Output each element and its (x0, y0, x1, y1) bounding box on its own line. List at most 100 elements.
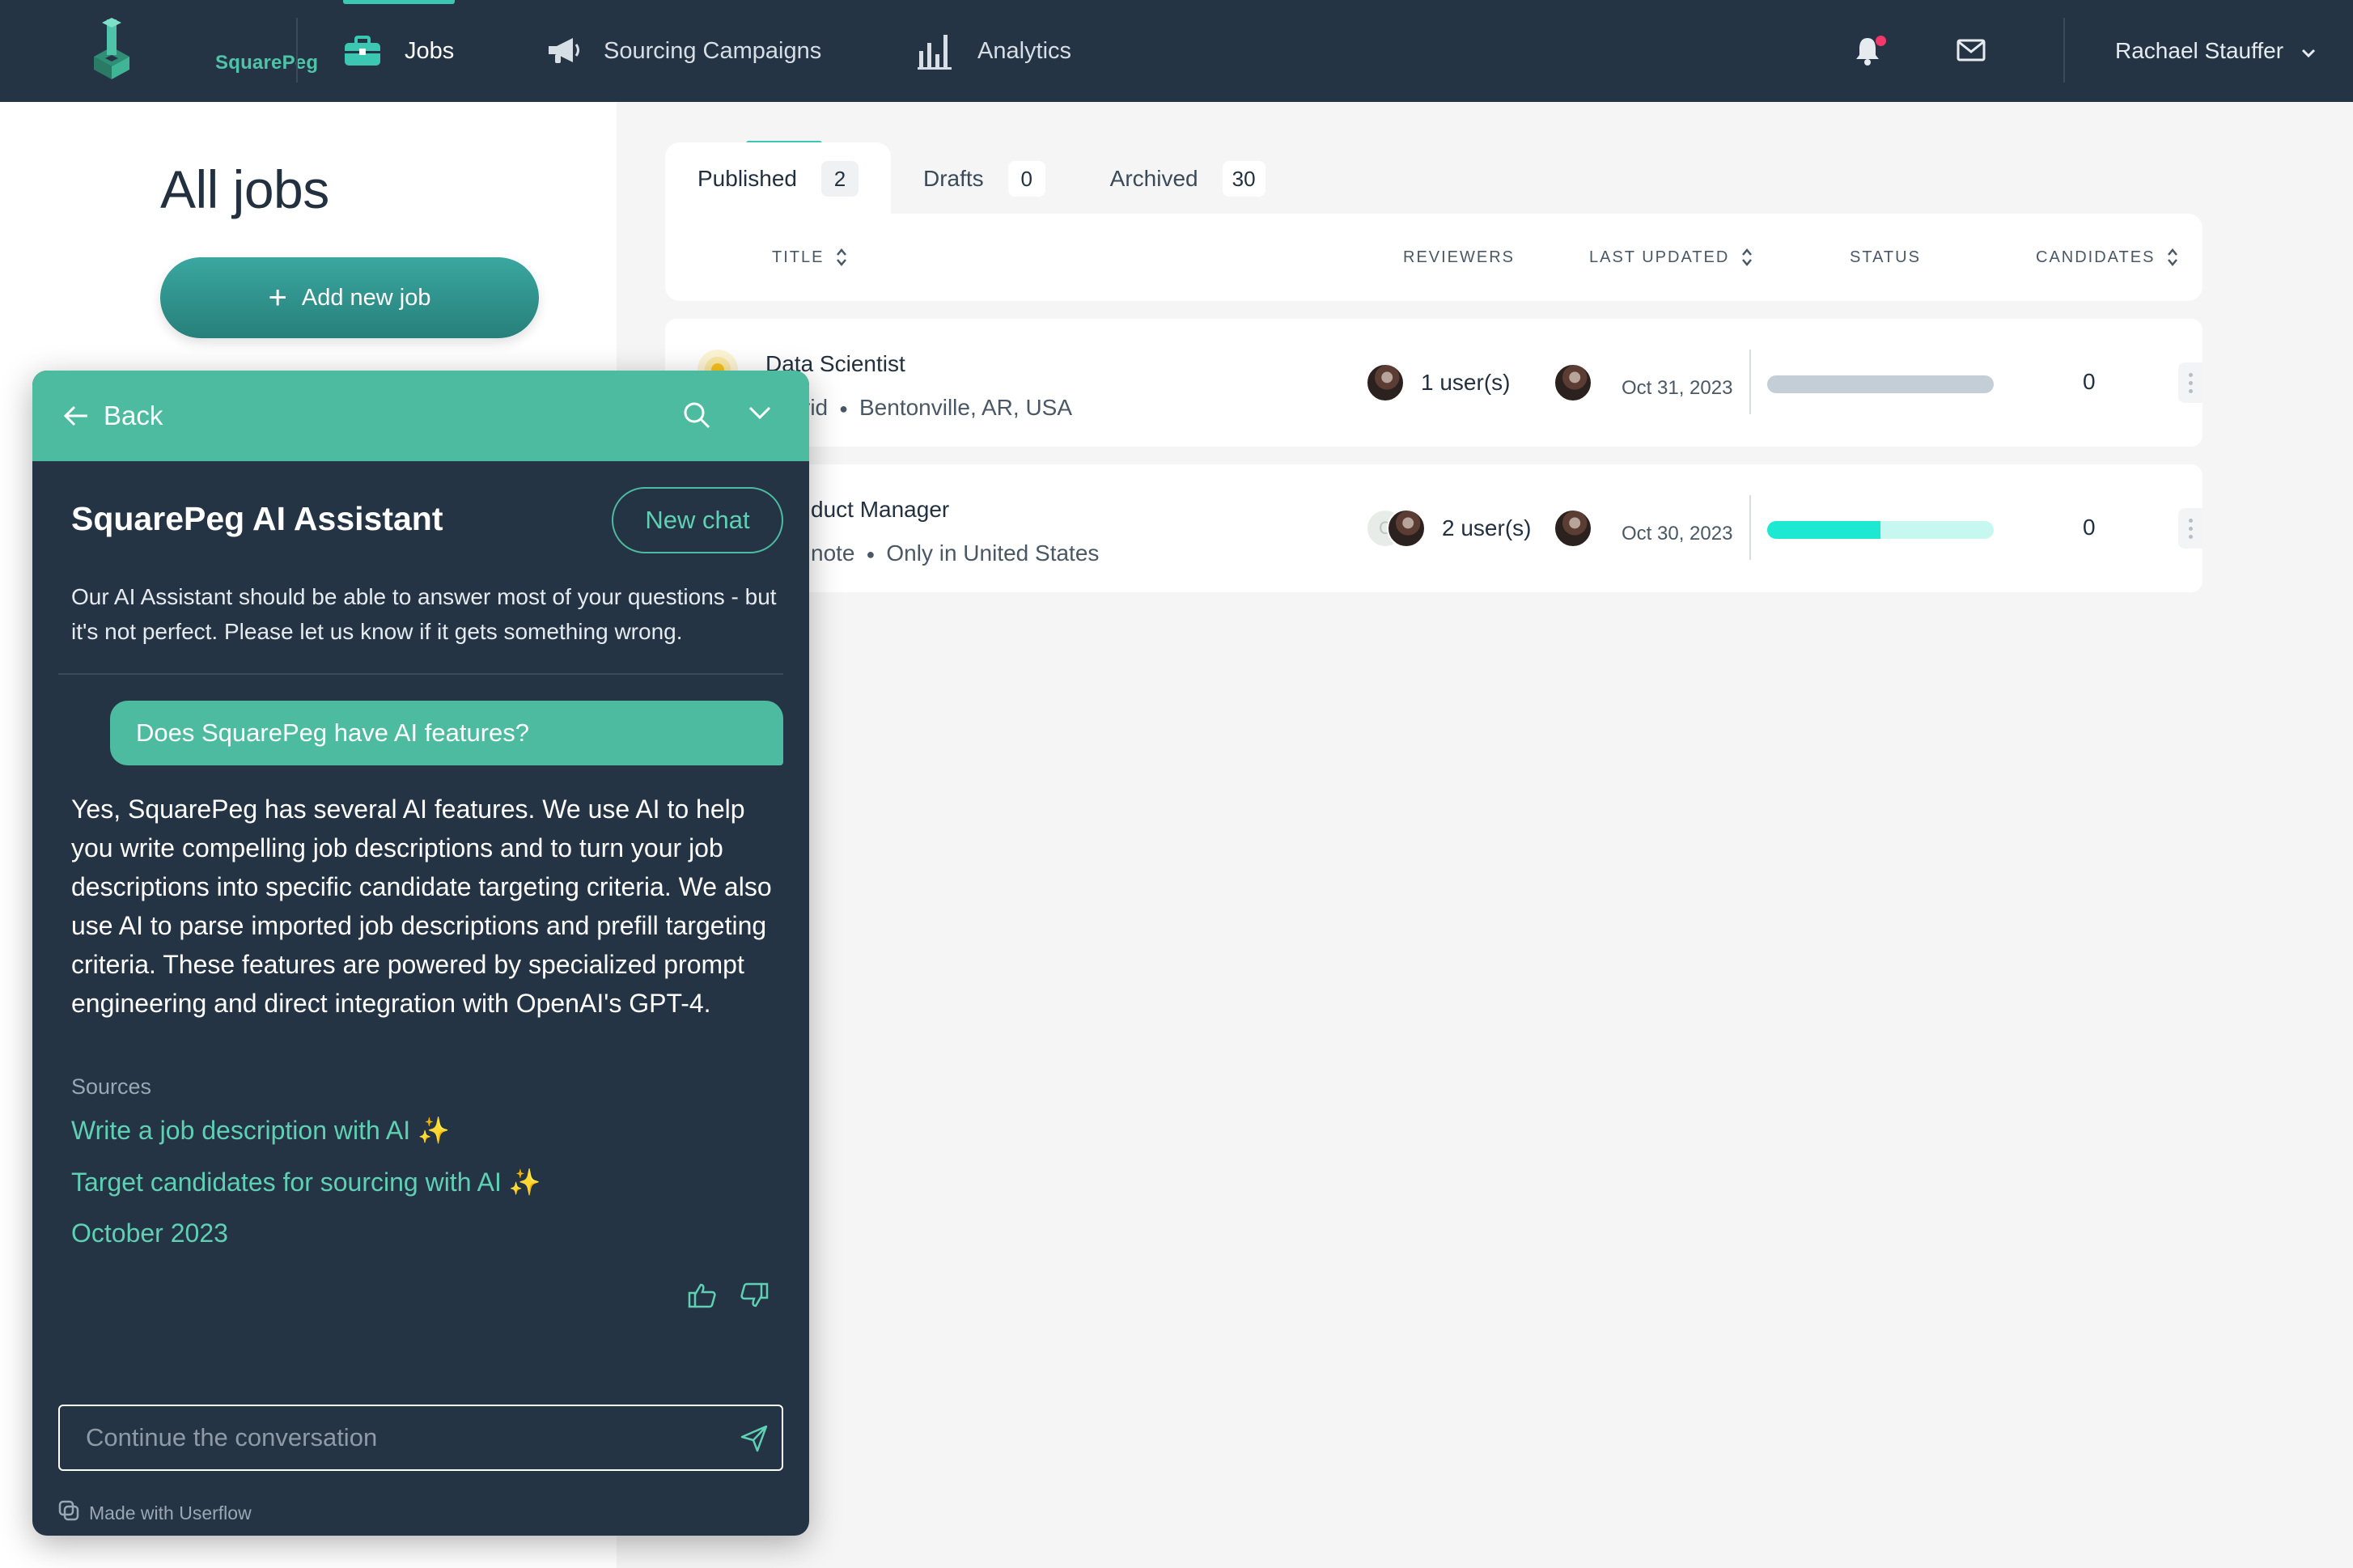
tab-label: Drafts (922, 166, 984, 191)
assistant-header: Back (32, 371, 809, 461)
assistant-answer: Yes, SquarePeg has several AI features. … (71, 795, 772, 1018)
tab-label: Archived (1109, 166, 1198, 191)
nav-analytics[interactable]: Analytics (916, 0, 1071, 102)
tab-label: Published (697, 166, 797, 191)
avatar (1366, 363, 1405, 402)
messages-mail-icon[interactable] (1957, 39, 1986, 66)
nav-sourcing-campaigns[interactable]: Sourcing Campaigns (545, 0, 821, 102)
job-location: Only in United States (886, 540, 1100, 566)
column-last-updated-label: LAST UPDATED (1589, 248, 1730, 266)
user-message-bubble: Does SquarePeg have AI features? (110, 701, 783, 765)
column-status-header: STATUS (1850, 214, 1921, 301)
sources-label: Sources (71, 1074, 152, 1099)
avatar (1387, 509, 1426, 548)
column-candidates-label: CANDIDATES (2036, 248, 2156, 266)
table-row[interactable]: Data Scientist rid ● Bentonville, AR, USA … (665, 319, 2202, 447)
job-status-tabs: Published 2 Drafts 0 Archived 30 (665, 142, 1298, 215)
tab-count: 2 (820, 161, 859, 197)
sort-icon (2166, 247, 2179, 268)
notification-dot (1876, 36, 1886, 46)
last-updated-date: Oct 31, 2023 (1622, 377, 1733, 399)
reviewers-cell[interactable]: C 2 user(s) (1366, 509, 1531, 548)
candidates-count: 0 (2083, 515, 2096, 540)
thumbs-up-icon[interactable] (688, 1282, 717, 1313)
made-with-label: Made with Userflow (89, 1502, 252, 1524)
chevron-down-icon (2301, 38, 2316, 64)
job-work-type: note (811, 540, 855, 566)
plus-icon: + (268, 280, 287, 316)
column-candidates-header[interactable]: CANDIDATES (2036, 214, 2179, 301)
nav-divider (2063, 18, 2065, 83)
reviewers-count: 2 user(s) (1442, 515, 1532, 540)
chevron-down-icon[interactable] (748, 405, 772, 425)
nav-jobs[interactable]: Jobs (343, 0, 454, 102)
bar-chart-icon (916, 32, 955, 70)
back-button[interactable]: Back (63, 371, 163, 461)
ai-assistant-panel: Back SquarePeg AI Assistant New chat Our… (32, 371, 809, 1536)
user-name: Rachael Stauffer (2115, 38, 2284, 63)
column-reviewers-label: REVIEWERS (1403, 248, 1516, 266)
nav-divider (296, 18, 298, 83)
tab-archived[interactable]: Archived 30 (1078, 142, 1298, 215)
status-progress-fill (1767, 521, 1880, 539)
last-updated-date: Oct 30, 2023 (1622, 523, 1733, 545)
user-menu[interactable]: Rachael Stauffer (2115, 0, 2316, 102)
divider (1749, 495, 1751, 560)
job-meta: note ● Only in United States (811, 540, 1099, 566)
tab-count: 30 (1222, 161, 1266, 197)
briefcase-icon (343, 35, 382, 67)
row-more-menu-icon[interactable] (2178, 362, 2202, 403)
new-chat-button[interactable]: New chat (612, 487, 783, 553)
column-status-label: STATUS (1850, 248, 1921, 266)
back-label: Back (104, 400, 163, 430)
conversation-input[interactable] (86, 1423, 717, 1452)
job-meta: rid ● Bentonville, AR, USA (803, 395, 1072, 421)
arrow-left-icon (63, 405, 89, 427)
top-navigation: SquarePeg Jobs Sourcing Campaigns Analyt… (0, 0, 2353, 102)
status-progress-bar (1767, 521, 1994, 539)
status-progress-bar (1767, 375, 1994, 393)
assistant-description: Our AI Assistant should be able to answe… (71, 584, 777, 644)
made-with-userflow[interactable]: Made with Userflow (58, 1500, 252, 1526)
send-icon[interactable] (740, 1424, 769, 1457)
candidates-count: 0 (2083, 369, 2096, 394)
row-more-menu-icon[interactable] (2178, 508, 2202, 549)
separator-dot: ● (839, 400, 848, 417)
tab-published[interactable]: Published 2 (665, 142, 891, 215)
nav-sourcing-label: Sourcing Campaigns (604, 37, 822, 64)
tab-count: 0 (1007, 161, 1045, 197)
column-title-header[interactable]: TITLE (772, 214, 848, 301)
add-new-job-label: Add new job (301, 284, 431, 311)
source-link[interactable]: October 2023 (71, 1218, 228, 1248)
megaphone-icon (545, 35, 581, 67)
thumbs-down-icon[interactable] (740, 1282, 769, 1313)
assistant-title: SquarePeg AI Assistant (71, 500, 443, 537)
divider (1749, 350, 1751, 414)
sort-icon (835, 247, 848, 268)
userflow-icon (58, 1500, 79, 1526)
job-location: Bentonville, AR, USA (859, 395, 1073, 420)
tab-drafts[interactable]: Drafts 0 (891, 142, 1078, 215)
job-title[interactable]: duct Manager (811, 497, 949, 523)
sort-icon (1740, 247, 1753, 268)
separator-dot: ● (866, 546, 875, 563)
source-link[interactable]: Target candidates for sourcing with AI ✨ (71, 1167, 541, 1197)
nav-jobs-label: Jobs (405, 37, 455, 64)
logo-text: SquarePeg (215, 52, 319, 74)
squarepeg-logo[interactable]: SquarePeg (78, 15, 318, 89)
search-icon[interactable] (681, 400, 712, 434)
source-link[interactable]: Write a job description with AI ✨ (71, 1115, 450, 1146)
reviewers-count: 1 user(s) (1421, 370, 1511, 395)
column-last-updated-header[interactable]: LAST UPDATED (1589, 214, 1753, 301)
avatar (1554, 363, 1592, 402)
avatar (1554, 509, 1592, 548)
column-reviewers-header: REVIEWERS (1403, 214, 1515, 301)
reviewers-cell[interactable]: 1 user(s) (1366, 363, 1510, 402)
nav-analytics-label: Analytics (977, 37, 1072, 64)
page-title: All jobs (160, 159, 329, 219)
divider (58, 673, 783, 675)
column-title-label: TITLE (772, 248, 825, 266)
add-new-job-button[interactable]: + Add new job (160, 257, 539, 338)
conversation-input-box (58, 1405, 783, 1471)
table-row[interactable]: duct Manager note ● Only in United States … (665, 464, 2202, 592)
